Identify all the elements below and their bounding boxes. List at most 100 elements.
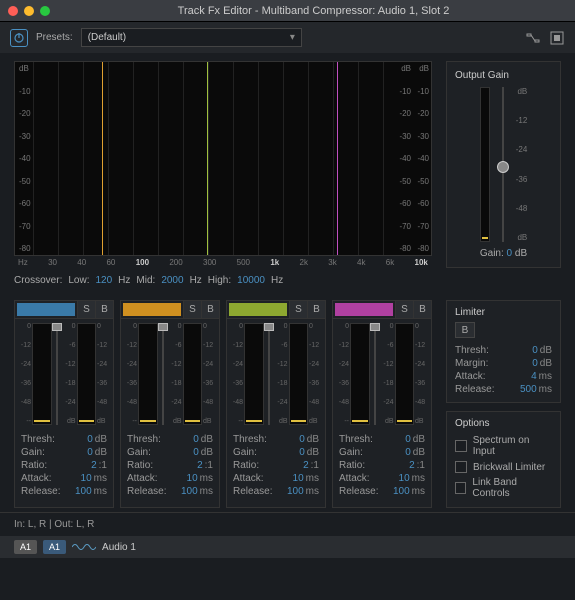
band-gain-value[interactable]: 0 (87, 447, 93, 458)
band-color-swatch[interactable] (123, 303, 181, 316)
band-release-value[interactable]: 100 (393, 486, 410, 497)
band-gr-meter (77, 323, 97, 425)
close-icon[interactable] (8, 6, 18, 16)
spectrum-graph[interactable]: dB-10-20-30-40-50-60-70-80 dB-10-20-30-4… (14, 61, 432, 256)
minimize-icon[interactable] (24, 6, 34, 16)
crossover-line-high[interactable] (337, 62, 338, 255)
limiter-panel: Limiter B Thresh:0dB Margin:0dB Attack:4… (446, 300, 561, 403)
checkbox-icon (455, 440, 467, 452)
limiter-attack-label: Attack: (455, 371, 486, 382)
band-threshold-slider[interactable] (53, 323, 61, 425)
waveform-icon (72, 540, 96, 554)
band-bypass-button[interactable]: B (307, 301, 325, 318)
band-release-value[interactable]: 100 (287, 486, 304, 497)
crossover-high-value[interactable]: 10000 (237, 275, 265, 286)
slider-thumb[interactable] (158, 323, 168, 331)
limiter-release-value[interactable]: 500 (520, 384, 537, 395)
preset-dropdown[interactable]: (Default) (81, 28, 302, 47)
slider-thumb[interactable] (264, 323, 274, 331)
band-input-meter (138, 323, 158, 425)
band-thresh-value[interactable]: 0 (87, 434, 93, 445)
graph-yscale-right1: dB-10-20-30-40-50-60-70-80 (395, 62, 413, 255)
track-chip[interactable]: A1 (43, 540, 66, 554)
band-params: Thresh:0dBGain:0dBRatio:2:1Attack:10msRe… (333, 429, 431, 502)
band-gain-value[interactable]: 0 (405, 447, 411, 458)
crossover-low-value[interactable]: 120 (95, 275, 112, 286)
band-scale-right: 0-12-24-36-48dB (203, 323, 217, 425)
band-solo-button[interactable]: S (395, 301, 413, 318)
graph-yscale-right2: dB-10-20-30-40-50-60-70-80 (413, 62, 431, 255)
band-gain-value[interactable]: 0 (299, 447, 305, 458)
checkbox-icon (455, 461, 467, 473)
band-gr-meter (395, 323, 415, 425)
presets-label: Presets: (36, 32, 73, 43)
power-button[interactable] (10, 29, 28, 47)
limiter-margin-label: Margin: (455, 358, 488, 369)
track-name[interactable]: Audio 1 (102, 542, 136, 553)
slider-thumb[interactable] (370, 323, 380, 331)
band-ratio-value[interactable]: 2 (303, 460, 309, 471)
band-color-swatch[interactable] (229, 303, 287, 316)
slider-thumb[interactable] (52, 323, 62, 331)
band-gain-label: Gain: (127, 447, 151, 458)
band-thresh-label: Thresh: (21, 434, 55, 445)
band-attack-value[interactable]: 10 (187, 473, 198, 484)
crossover-line-mid[interactable] (207, 62, 208, 255)
slider-thumb[interactable] (497, 161, 509, 173)
band-release-value[interactable]: 100 (75, 486, 92, 497)
limiter-attack-value[interactable]: 4 (531, 371, 537, 382)
band-color-swatch[interactable] (17, 303, 75, 316)
band-2: SB0-12-24-36-48--0-6-12-18-24dB0-12-24-3… (226, 300, 326, 508)
band-gain-value[interactable]: 0 (193, 447, 199, 458)
option-link-band-controls[interactable]: Link Band Controls (455, 475, 552, 501)
limiter-bypass-button[interactable]: B (455, 322, 475, 338)
band-gr-meter (289, 323, 309, 425)
output-scale: dB-12-24-36-48dB (516, 87, 528, 242)
preset-value: (Default) (88, 32, 126, 43)
band-bypass-button[interactable]: B (201, 301, 219, 318)
option-spectrum-input[interactable]: Spectrum on Input (455, 433, 552, 459)
routing-icon[interactable] (525, 30, 541, 46)
band-thresh-value[interactable]: 0 (193, 434, 199, 445)
crossover-mid-value[interactable]: 2000 (161, 275, 183, 286)
band-ratio-value[interactable]: 2 (197, 460, 203, 471)
band-attack-label: Attack: (339, 473, 370, 484)
limiter-thresh-value[interactable]: 0 (532, 345, 538, 356)
band-color-swatch[interactable] (335, 303, 393, 316)
band-gain-label: Gain: (21, 447, 45, 458)
band-attack-value[interactable]: 10 (399, 473, 410, 484)
band-attack-value[interactable]: 10 (81, 473, 92, 484)
toolbar: Presets: (Default) (0, 22, 575, 53)
output-gain-slider[interactable] (498, 87, 508, 242)
output-meter (480, 87, 490, 242)
band-attack-value[interactable]: 10 (293, 473, 304, 484)
band-solo-button[interactable]: S (183, 301, 201, 318)
band-input-meter (32, 323, 52, 425)
band-ratio-value[interactable]: 2 (91, 460, 97, 471)
crossover-mid-label: Mid: (136, 275, 155, 286)
band-thresh-value[interactable]: 0 (405, 434, 411, 445)
band-scale-right: 0-12-24-36-48dB (415, 323, 429, 425)
band-threshold-slider[interactable] (371, 323, 379, 425)
band-scale-mid: 0-6-12-18-24dB (62, 323, 76, 425)
band-solo-button[interactable]: S (77, 301, 95, 318)
band-attack-label: Attack: (127, 473, 158, 484)
band-bypass-button[interactable]: B (413, 301, 431, 318)
track-chip[interactable]: A1 (14, 540, 37, 554)
limiter-margin-value[interactable]: 0 (532, 358, 538, 369)
crossover-line-low[interactable] (102, 62, 103, 255)
band-solo-button[interactable]: S (289, 301, 307, 318)
io-text: In: L, R | Out: L, R (14, 519, 94, 530)
option-brickwall-limiter[interactable]: Brickwall Limiter (455, 459, 552, 475)
band-params: Thresh:0dBGain:0dBRatio:2:1Attack:10msRe… (227, 429, 325, 502)
band-threshold-slider[interactable] (159, 323, 167, 425)
output-gain-value[interactable]: 0 (507, 248, 513, 259)
band-scale-mid: 0-6-12-18-24dB (380, 323, 394, 425)
band-thresh-value[interactable]: 0 (299, 434, 305, 445)
band-threshold-slider[interactable] (265, 323, 273, 425)
maximize-icon[interactable] (40, 6, 50, 16)
expand-icon[interactable] (549, 30, 565, 46)
band-bypass-button[interactable]: B (95, 301, 113, 318)
band-release-value[interactable]: 100 (181, 486, 198, 497)
band-ratio-value[interactable]: 2 (409, 460, 415, 471)
